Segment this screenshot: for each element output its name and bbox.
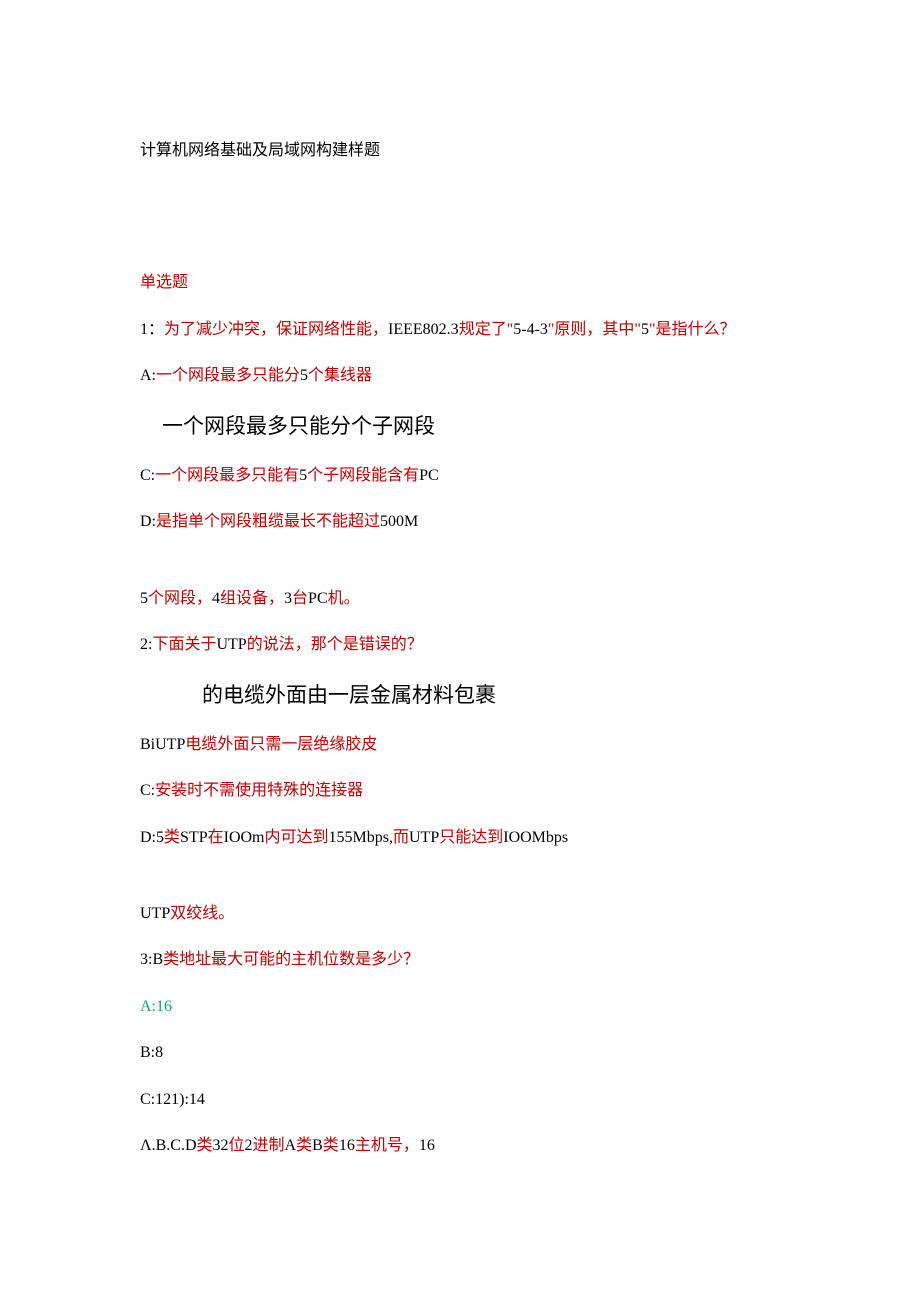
q1-exp-p1: 个网段，: [148, 590, 212, 607]
q1-prefix: 1：: [140, 321, 164, 338]
q1-exp-p2: 组设备，: [220, 590, 284, 607]
q1-d-500m: 500M: [380, 513, 418, 530]
section-header: 单选题: [140, 272, 920, 294]
q1-a-5: 5: [300, 367, 308, 384]
q3-exp-p6: 类: [323, 1137, 339, 1154]
q2-d-utp: UTP: [409, 829, 439, 846]
q3-exp-32: 32: [213, 1137, 229, 1154]
question-3: 3:B类地址最大可能的主机位数是多少？: [140, 949, 920, 971]
q1-text-2: 规定了": [459, 321, 514, 338]
q1-option-a: A:一个网段最多只能分5个集线器: [140, 365, 920, 387]
q2-b-label: BiUTP: [140, 736, 185, 753]
q2-exp-utp: UTP: [140, 905, 170, 922]
q2-c-label: C:: [140, 782, 155, 799]
q2-option-c: C:安装时不需使用特殊的连接器: [140, 780, 920, 802]
q2-d-label: D:5: [140, 829, 164, 846]
document-title: 计算机网络基础及局域网构建样题: [140, 140, 920, 162]
q1-d-text: 是指单个网段粗缆最长不能超过: [156, 513, 380, 530]
q1-c-5: 5: [299, 467, 307, 484]
q2-option-b: BiUTP电缆外面只需一层绝缘胶皮: [140, 734, 920, 756]
q3-exp-p7: 主机号，: [355, 1137, 419, 1154]
q2-d-stp: STP: [180, 829, 208, 846]
q3-exp-16: 16: [339, 1137, 355, 1154]
q1-ieee: IEEE802.3: [388, 321, 459, 338]
q1-explanation: 5个网段，4组设备，3台PC机。: [140, 588, 920, 610]
q2-explanation: UTP双绞线。: [140, 903, 920, 925]
q1-c-pc: PC: [419, 467, 439, 484]
q2-d-155: 155Mbps,: [329, 829, 393, 846]
q2-d-p3: 内可达到: [265, 829, 329, 846]
q2-option-a-heading: 的电缆外面由一层金属材料包裹: [202, 681, 920, 710]
q1-d-label: D:: [140, 513, 156, 530]
q3-exp-a: A: [285, 1137, 297, 1154]
question-1: 1：为了减少冲突，保证网络性能，IEEE802.3规定了"5-4-3"原则，其中…: [140, 319, 920, 341]
q2-d-100m: IOOm: [224, 829, 265, 846]
q1-option-b-heading: 一个网段最多只能分个子网段: [162, 412, 920, 441]
q2-d-p5: 只能达到: [439, 829, 503, 846]
q1-text-1: 为了减少冲突，保证网络性能，: [164, 321, 388, 338]
q1-exp-tai: 台: [292, 590, 308, 607]
q2-c-text: 安装时不需使用特殊的连接器: [155, 782, 363, 799]
q1-exp-5: 5: [140, 590, 148, 607]
q3-exp-p2: 类: [197, 1137, 213, 1154]
q3-exp-16b: 16: [419, 1137, 435, 1154]
q2-d-p1: 类: [164, 829, 180, 846]
q3-exp-p3: 位: [229, 1137, 245, 1154]
q1-a-text-1: 一个网段最多只能分: [156, 367, 300, 384]
q2-text-1: 下面关于: [152, 636, 216, 653]
q1-a-text-2: 个集线器: [308, 367, 372, 384]
q2-d-100mbps: IOOMbps: [503, 829, 568, 846]
q1-a-label: A:: [140, 367, 156, 384]
q1-exp-3: 3: [284, 590, 292, 607]
q1-num: 5-4-3: [513, 321, 548, 338]
q2-option-d: D:5类STP在IOOm内可达到155Mbps,而UTP只能达到IOOMbps: [140, 827, 920, 849]
q1-exp-ji: 机。: [328, 590, 360, 607]
q3-option-a: A:16: [140, 996, 920, 1018]
q3-exp-p4: 进制: [253, 1137, 285, 1154]
q1-c-text-2: 个子网段能含有: [307, 467, 419, 484]
q3-explanation: Λ.B.C.D类32位2进制A类B类16主机号，16: [140, 1135, 920, 1157]
q3-exp-b: B: [312, 1137, 323, 1154]
q2-exp-text: 双绞线。: [170, 905, 234, 922]
q1-option-c: C:一个网段最多只能有5个子网段能含有PC: [140, 465, 920, 487]
q3-option-c: C:121):14: [140, 1089, 920, 1111]
q3-exp-2: 2: [245, 1137, 253, 1154]
q1-exp-4: 4: [212, 590, 220, 607]
q1-option-d: D:是指单个网段粗缆最长不能超过500M: [140, 511, 920, 533]
q2-d-p2: 在: [208, 829, 224, 846]
q3-option-b: B:8: [140, 1042, 920, 1064]
q2-utp: UTP: [216, 636, 246, 653]
q3-exp-p5: 类: [296, 1137, 312, 1154]
q1-text-3: "原则，其中": [548, 321, 641, 338]
q3-exp-p1: Λ.B.C.D: [140, 1137, 197, 1154]
q2-d-p4: 而: [393, 829, 409, 846]
q2-b-text: 电缆外面只需一层绝缘胶皮: [185, 736, 377, 753]
q1-exp-pc: PC: [308, 590, 328, 607]
q2-prefix: 2:: [140, 636, 152, 653]
q3-text: 类地址最大可能的主机位数是多少？: [163, 951, 419, 968]
q1-five: 5: [641, 321, 649, 338]
question-2: 2:下面关于UTP的说法，那个是错误的？: [140, 634, 920, 656]
q2-text-2: 的说法，那个是错误的？: [247, 636, 423, 653]
q1-c-text-1: 一个网段最多只能有: [155, 467, 299, 484]
q1-c-label: C:: [140, 467, 155, 484]
q3-prefix: 3:B: [140, 951, 163, 968]
q1-text-4: "是指什么？: [649, 321, 736, 338]
